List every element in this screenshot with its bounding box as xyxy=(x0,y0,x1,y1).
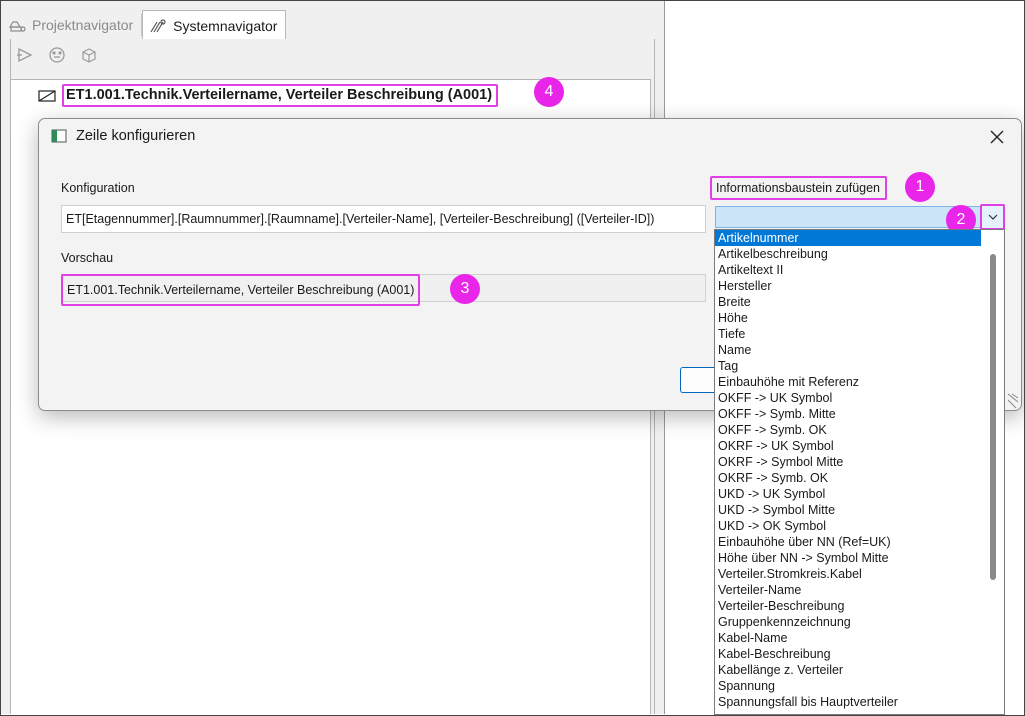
tab-label: Projektnavigator xyxy=(32,17,134,33)
info-block-dropdown-list: Artikelnummer Artikelbeschreibung Artikelt… xyxy=(714,229,1005,715)
dropdown-option[interactable]: Breite xyxy=(715,294,981,310)
dropdown-option[interactable]: Spannung xyxy=(715,678,981,694)
dropdown-option[interactable]: OKRF -> Symb. OK xyxy=(715,470,981,486)
config-input[interactable]: ET[Etagennummer].[Raumnummer].[Raumname]… xyxy=(61,205,706,233)
combobox-dropdown-button[interactable] xyxy=(980,204,1005,230)
dropdown-option[interactable]: Höhe über NN -> Symbol Mitte xyxy=(715,550,981,566)
dropdown-option[interactable]: OKFF -> Symb. Mitte xyxy=(715,406,981,422)
dropdown-option[interactable]: Name xyxy=(715,342,981,358)
dropdown-option[interactable]: Tiefe xyxy=(715,326,981,342)
dropdown-options: Artikelnummer Artikelbeschreibung Artikelt… xyxy=(715,230,1004,710)
annotation-badge-4: 4 xyxy=(534,77,564,107)
info-block-label: Informationsbaustein zufügen xyxy=(710,176,887,200)
project-tree-icon xyxy=(8,21,26,32)
dropdown-scrollbar[interactable] xyxy=(981,230,1004,714)
dropdown-option[interactable]: Artikeltext II xyxy=(715,262,981,278)
system-nav-icon xyxy=(150,19,166,33)
tree-item-label: ET1.001.Technik.Verteilername, Verteiler… xyxy=(62,84,499,107)
dropdown-option[interactable]: Kabellänge z. Verteiler xyxy=(715,662,981,678)
dropdown-option[interactable]: Hersteller xyxy=(715,278,981,294)
navigator-toolbar xyxy=(15,45,99,65)
dropdown-option[interactable]: Höhe xyxy=(715,310,981,326)
dropdown-option[interactable]: Verteiler.Stromkreis.Kabel xyxy=(715,566,981,582)
dropdown-option[interactable]: Einbauhöhe über NN (Ref=UK) xyxy=(715,534,981,550)
annotation-badge-1: 1 xyxy=(905,172,935,202)
network-button[interactable] xyxy=(47,45,67,65)
dropdown-option[interactable]: Tag xyxy=(715,358,981,374)
dropdown-option[interactable]: Kabel-Beschreibung xyxy=(715,646,981,662)
dialog-window-icon xyxy=(51,129,67,143)
close-icon xyxy=(990,130,1004,144)
dropdown-option[interactable]: UKD -> OK Symbol xyxy=(715,518,981,534)
resize-grip-icon[interactable] xyxy=(1006,392,1020,410)
dropdown-option[interactable]: Einbauhöhe mit Referenz xyxy=(715,374,981,390)
dropdown-option[interactable]: UKD -> Symbol Mitte xyxy=(715,502,981,518)
dropdown-option[interactable]: Artikelbeschreibung xyxy=(715,246,981,262)
close-button[interactable] xyxy=(987,127,1007,147)
annotation-badge-3: 3 xyxy=(450,274,480,304)
dialog-title: Zeile konfigurieren xyxy=(76,128,196,144)
navigator-tabs: Projektnavigator Systemnavigator xyxy=(2,10,287,41)
play-icon xyxy=(17,47,33,63)
dropdown-option[interactable]: Artikelnummer xyxy=(715,230,981,246)
preview-value: ET1.001.Technik.Verteilername, Verteiler… xyxy=(61,274,421,306)
dialog-titlebar: Zeile konfigurieren xyxy=(51,128,195,144)
dropdown-option[interactable]: Verteiler-Beschreibung xyxy=(715,598,981,614)
dropdown-option[interactable]: UKD -> UK Symbol xyxy=(715,486,981,502)
play-button[interactable] xyxy=(15,45,35,65)
dropdown-option[interactable]: Verteiler-Name xyxy=(715,582,981,598)
dropdown-option[interactable]: Gruppenkennzeichnung xyxy=(715,614,981,630)
scrollbar-thumb[interactable] xyxy=(990,254,996,580)
preview-label: Vorschau xyxy=(61,251,114,265)
cube-icon xyxy=(82,48,96,63)
config-label: Konfiguration xyxy=(61,181,135,195)
tab-label: Systemnavigator xyxy=(173,18,278,34)
tree-item[interactable]: ET1.001.Technik.Verteilername, Verteiler… xyxy=(38,84,499,107)
tab-projektnavigator[interactable]: Projektnavigator xyxy=(2,10,141,40)
network-icon xyxy=(49,47,65,63)
distributor-symbol-icon xyxy=(38,89,56,102)
tab-systemnavigator[interactable]: Systemnavigator xyxy=(142,10,287,41)
dropdown-option[interactable]: OKFF -> Symb. OK xyxy=(715,422,981,438)
dropdown-option[interactable]: OKRF -> Symbol Mitte xyxy=(715,454,981,470)
dropdown-option[interactable]: Kabel-Name xyxy=(715,630,981,646)
dropdown-option[interactable]: Spannungsfall bis Hauptverteiler xyxy=(715,694,981,710)
chevron-down-icon xyxy=(988,214,997,220)
dropdown-option[interactable]: OKRF -> UK Symbol xyxy=(715,438,981,454)
cube-button[interactable] xyxy=(79,45,99,65)
dropdown-option[interactable]: OKFF -> UK Symbol xyxy=(715,390,981,406)
